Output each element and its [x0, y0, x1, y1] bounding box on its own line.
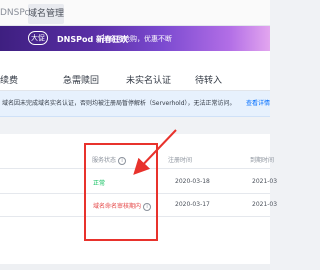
annotation-highlight-box — [84, 143, 158, 241]
notice-text: 域名因未完成域名实名认证，否则均被注册局暂停解析（Serverhold），无法正… — [2, 100, 236, 107]
row-1-expires: 2021-03 — [252, 178, 278, 185]
row-2-expires: 2021-03 — [252, 201, 278, 208]
domain-filter-tabs: 续费 急需赎回 未实名认证 待转入 — [0, 51, 270, 91]
promo-divider — [103, 34, 104, 43]
column-header-registered: 注册时间 — [168, 157, 193, 164]
notice-bar: 域名因未完成域名实名认证，否则均被注册局暂停解析（Serverhold），无法正… — [0, 91, 270, 117]
promo-pill-label: 大促 — [31, 34, 45, 42]
row-1-registered: 2020-03-18 — [175, 178, 210, 185]
notice-detail-link[interactable]: 查看详情 — [246, 98, 270, 107]
promo-subtitle: 全民抢购，优惠不断 — [109, 35, 172, 43]
nav-tab-domain-management-label: 域名管理 — [28, 9, 65, 19]
tab-pending-transfer[interactable]: 待转入 — [195, 73, 222, 86]
row-2-registered: 2020-03-17 — [175, 201, 210, 208]
bottom-scroll-area — [0, 264, 270, 270]
promo-banner[interactable]: 大促 DNSPod 新春狂欢 全民抢购，优惠不断 — [0, 26, 270, 51]
top-navigation: DNSPod 域名管理 — [0, 0, 270, 26]
section-gap — [0, 117, 270, 134]
tab-renew[interactable]: 续费 — [0, 73, 18, 86]
tab-unverified[interactable]: 未实名认证 — [126, 73, 171, 86]
tab-redeem[interactable]: 急需赎回 — [63, 73, 99, 86]
nav-tab-domain-management[interactable]: 域名管理 — [28, 4, 64, 24]
column-header-expires: 到期时间 — [250, 157, 275, 164]
promo-pill: 大促 — [28, 31, 48, 45]
